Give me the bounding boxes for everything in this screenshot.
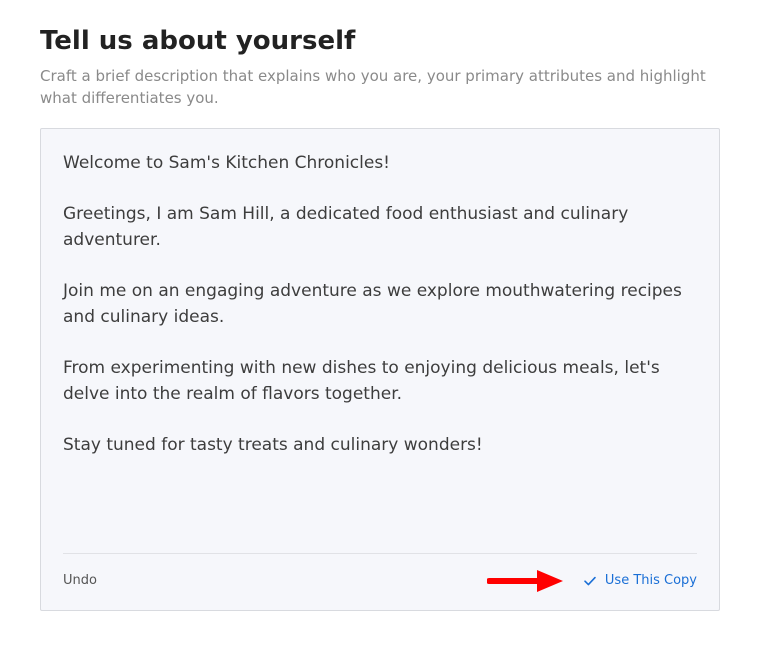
editor-footer: Undo Use This Copy bbox=[41, 554, 719, 610]
description-textarea[interactable]: Welcome to Sam's Kitchen Chronicles! Gre… bbox=[41, 129, 719, 553]
description-paragraph: Welcome to Sam's Kitchen Chronicles! bbox=[63, 151, 707, 177]
description-paragraph: From experimenting with new dishes to en… bbox=[63, 356, 707, 407]
use-this-copy-label: Use This Copy bbox=[605, 573, 697, 588]
description-paragraph: Greetings, I am Sam Hill, a dedicated fo… bbox=[63, 202, 707, 253]
description-paragraph: Stay tuned for tasty treats and culinary… bbox=[63, 433, 707, 459]
page-subtitle: Craft a brief description that explains … bbox=[40, 66, 720, 110]
description-editor: Welcome to Sam's Kitchen Chronicles! Gre… bbox=[40, 128, 720, 611]
annotation-arrow-icon bbox=[487, 568, 565, 594]
check-icon bbox=[583, 574, 597, 588]
use-this-copy-button[interactable]: Use This Copy bbox=[583, 573, 697, 588]
page-title: Tell us about yourself bbox=[40, 26, 720, 56]
undo-button[interactable]: Undo bbox=[63, 573, 97, 588]
description-paragraph: Join me on an engaging adventure as we e… bbox=[63, 279, 707, 330]
